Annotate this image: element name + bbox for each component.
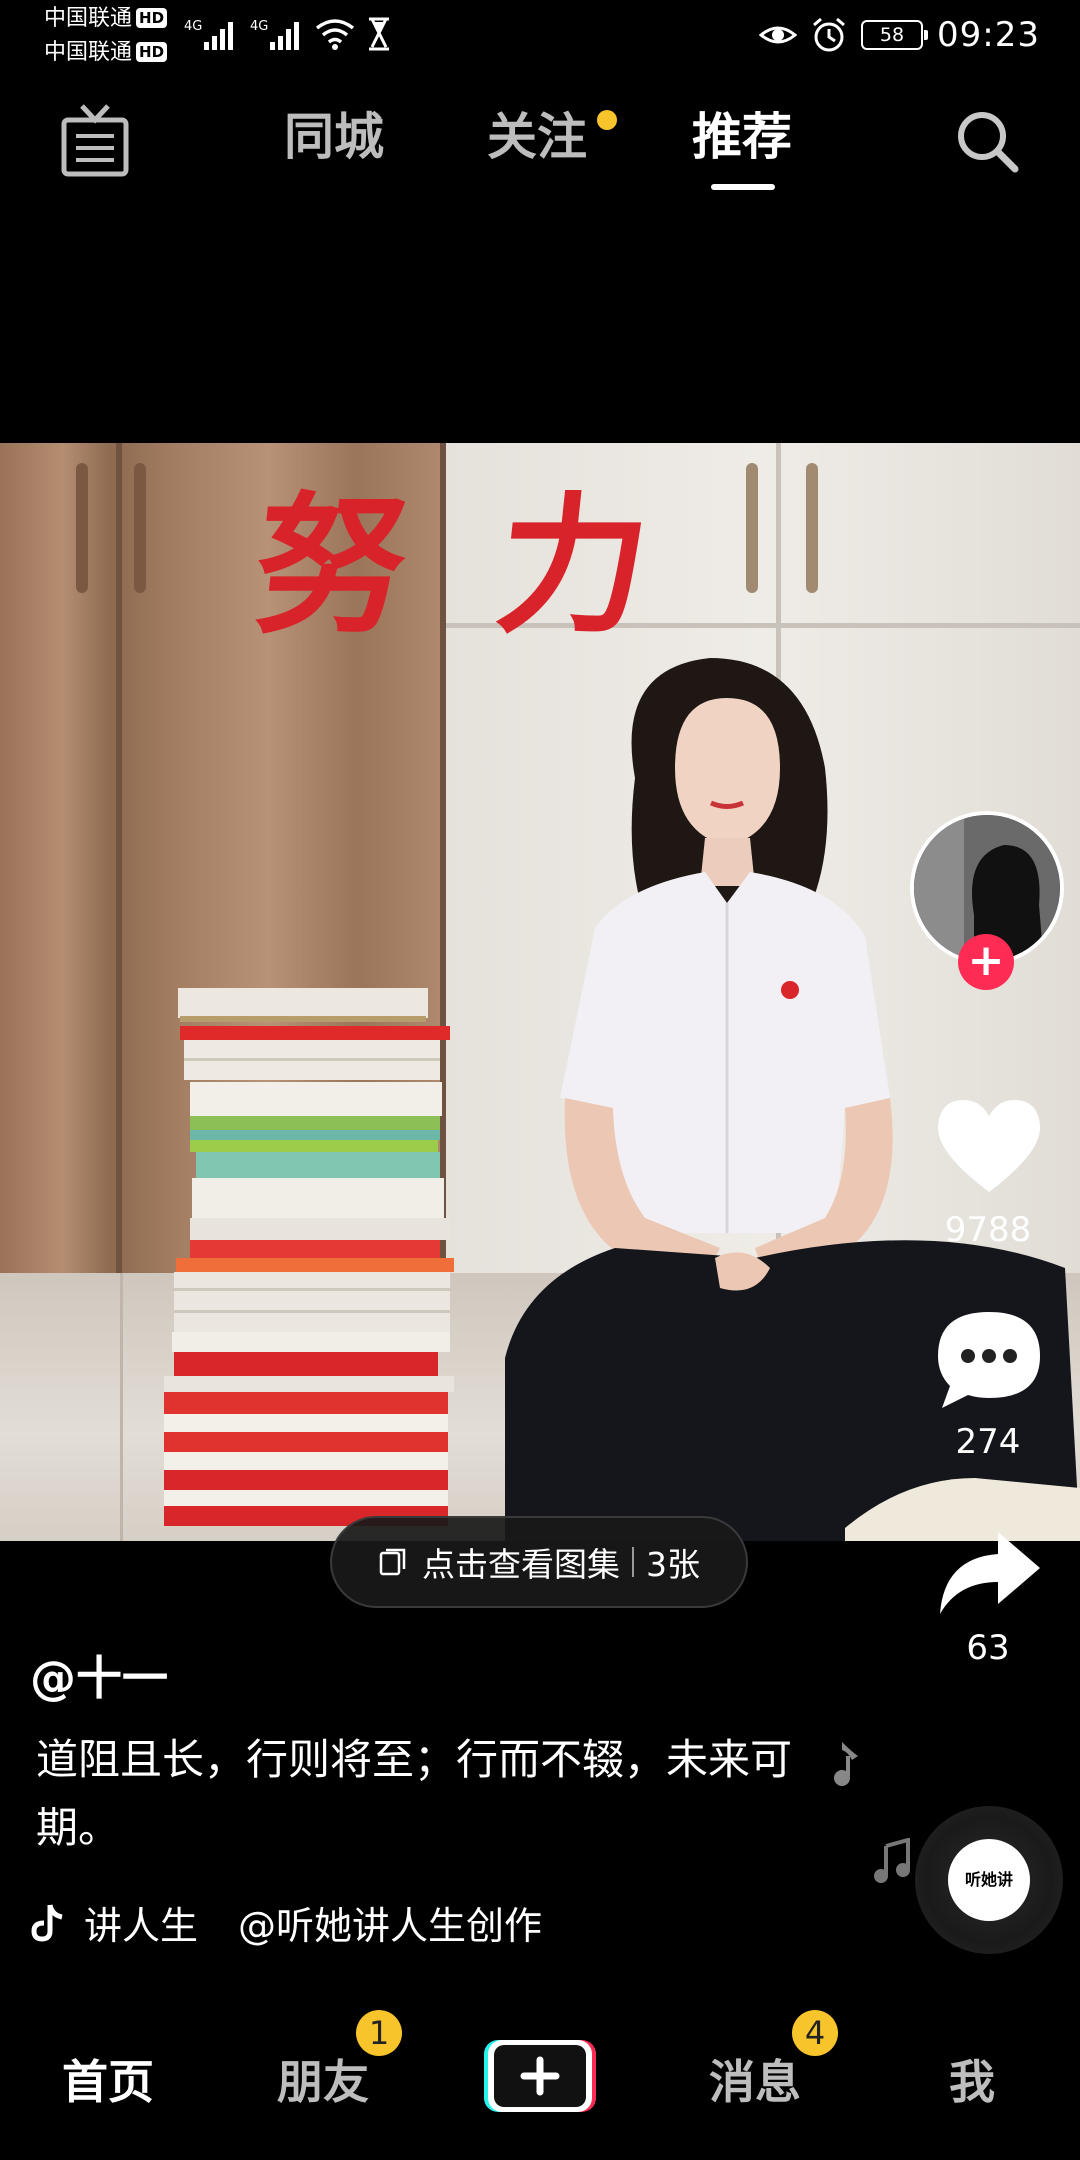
svg-text:4G: 4G bbox=[184, 19, 202, 34]
like-heart-icon[interactable] bbox=[934, 1096, 1044, 1196]
bottom-nav: 首页 朋友 1 消息 4 我 bbox=[0, 2000, 1080, 2160]
carrier-2: 中国联通 HD bbox=[44, 40, 168, 66]
create-post-button[interactable] bbox=[482, 2036, 598, 2116]
follow-button[interactable]: + bbox=[958, 934, 1014, 990]
status-time: 09:23 bbox=[937, 15, 1040, 55]
music-title: 讲人生 bbox=[84, 1904, 199, 1948]
music-info[interactable]: 讲人生 @听她讲人生创作 bbox=[30, 1895, 542, 1950]
nav-friends[interactable]: 朋友 bbox=[277, 2046, 369, 2112]
live-tv-icon[interactable] bbox=[60, 102, 130, 180]
nav-home[interactable]: 首页 bbox=[62, 2046, 154, 2112]
signal-icon-2: 4G bbox=[250, 19, 299, 50]
image-slogan: 努力 bbox=[246, 478, 750, 654]
svg-text:4G: 4G bbox=[250, 19, 268, 34]
tab-same-city[interactable]: 同城 bbox=[284, 106, 384, 168]
gallery-label: 点击查看图集 bbox=[422, 1545, 620, 1584]
view-gallery-button[interactable]: 点击查看图集 3张 bbox=[330, 1516, 748, 1608]
eye-comfort-icon bbox=[759, 26, 798, 44]
post-image[interactable]: 努力 bbox=[0, 443, 1080, 1541]
top-nav: 同城 关注 推荐 bbox=[0, 92, 1080, 202]
gallery-count: 3张 bbox=[646, 1545, 700, 1584]
music-disc[interactable]: 听她讲 bbox=[915, 1806, 1063, 1954]
gallery-icon bbox=[379, 1548, 406, 1576]
author-name[interactable]: @十一 bbox=[30, 1642, 168, 1708]
nav-me[interactable]: 我 bbox=[949, 2046, 995, 2112]
tiktok-note-icon bbox=[31, 1903, 63, 1942]
hourglass-icon bbox=[369, 17, 389, 51]
floating-note-icon bbox=[874, 1838, 910, 1883]
comment-icon[interactable] bbox=[934, 1308, 1044, 1412]
music-note-icon bbox=[834, 1742, 858, 1786]
comment-count: 274 bbox=[955, 1422, 1021, 1462]
following-new-dot bbox=[597, 110, 617, 130]
book-stack bbox=[164, 988, 454, 1526]
status-bar: 中国联通 HD 中国联通 HD 4G 4G 58 09:23 bbox=[0, 0, 1080, 70]
carrier-1: 中国联通 HD bbox=[44, 6, 168, 32]
friends-badge: 1 bbox=[356, 2010, 402, 2056]
active-tab-indicator bbox=[711, 184, 775, 190]
disc-label: 听她讲 bbox=[948, 1839, 1030, 1921]
nav-messages[interactable]: 消息 bbox=[709, 2046, 801, 2112]
post-caption: 道阻且长，行则将至；行而不辍，未来可期。 bbox=[36, 1735, 793, 1852]
music-author: @听她讲人生创作 bbox=[238, 1904, 543, 1948]
tab-following[interactable]: 关注 bbox=[487, 106, 587, 168]
wifi-icon bbox=[315, 19, 355, 50]
gallery-separator bbox=[632, 1547, 634, 1577]
messages-badge: 4 bbox=[792, 2010, 838, 2056]
wardrobe-handle bbox=[134, 463, 146, 593]
battery-indicator: 58 bbox=[861, 20, 929, 50]
search-icon[interactable] bbox=[954, 108, 1020, 174]
wardrobe-handle bbox=[76, 463, 88, 593]
share-count: 63 bbox=[966, 1628, 1010, 1668]
like-count: 9788 bbox=[944, 1210, 1032, 1250]
tab-recommend[interactable]: 推荐 bbox=[692, 106, 792, 168]
share-arrow-icon[interactable] bbox=[934, 1528, 1044, 1618]
alarm-icon bbox=[813, 17, 845, 52]
signal-icon: 4G bbox=[184, 19, 233, 50]
wardrobe-handle bbox=[806, 463, 818, 593]
